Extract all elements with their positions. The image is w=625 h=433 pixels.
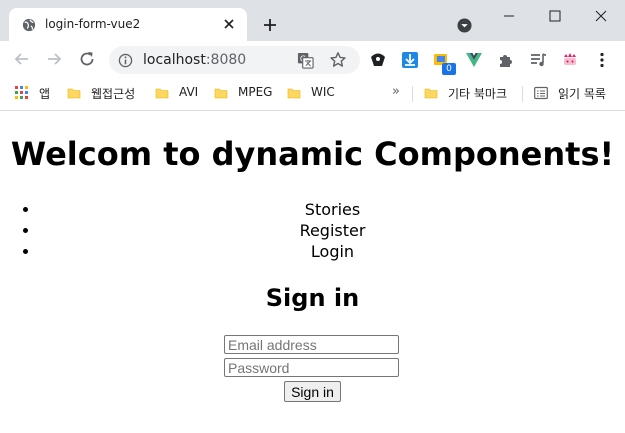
nav-item-login[interactable]: Login (40, 241, 625, 262)
nav-item-register[interactable]: Register (40, 220, 625, 241)
bookmark-apps[interactable]: 앱 (15, 85, 65, 103)
bookmark-folder-2[interactable]: AVI (155, 85, 205, 103)
reading-list-icon (534, 86, 548, 100)
bookmark-label: 기타 북마크 (448, 87, 508, 101)
bookmark-folder-1[interactable]: 웹접근성 (67, 85, 147, 103)
folder-icon (155, 88, 169, 99)
bookmark-other[interactable]: 기타 북마크 (424, 85, 514, 103)
minimize-icon[interactable] (486, 5, 532, 27)
bookmark-label: WIC (311, 85, 335, 99)
bookmark-label: 웹접근성 (91, 87, 136, 101)
globe-icon (22, 18, 36, 32)
forward-arrow-icon[interactable] (45, 50, 63, 68)
address-bar[interactable]: localhost:8080 G (109, 46, 360, 74)
star-icon[interactable] (329, 51, 347, 69)
url-host: localhost (143, 52, 206, 68)
signin-button[interactable]: Sign in (284, 381, 341, 402)
back-arrow-icon[interactable] (13, 50, 31, 68)
info-icon[interactable] (118, 53, 133, 68)
bookmark-divider (522, 86, 523, 102)
url-text[interactable]: localhost:8080 (143, 52, 246, 68)
nav-list: Stories Register Login (0, 199, 625, 262)
new-tab-icon[interactable] (262, 17, 278, 33)
more-bookmarks-button[interactable]: » (392, 84, 400, 99)
more-menu-icon[interactable] (593, 51, 611, 69)
tab-search-icon[interactable] (457, 18, 472, 33)
extension-dark-icon[interactable] (369, 51, 387, 69)
maximize-icon[interactable] (532, 5, 578, 27)
email-field[interactable] (224, 335, 399, 354)
reload-icon[interactable] (78, 50, 96, 68)
browser-toolbar: localhost:8080 G 0 (0, 41, 625, 78)
bookmarks-bar: 앱 웹접근성 AVI MPEG WIC » 기타 북마크 읽기 목록 (0, 78, 625, 111)
media-control-icon[interactable] (529, 51, 547, 69)
page-viewport: Welcom to dynamic Components! Stories Re… (0, 111, 625, 433)
puzzle-extensions-icon[interactable] (497, 51, 515, 69)
apps-grid-icon (15, 86, 28, 99)
tab-title: login-form-vue2 (45, 17, 141, 31)
bookmark-label: 읽기 목록 (558, 87, 606, 101)
folder-icon (287, 88, 301, 99)
page-heading: Welcom to dynamic Components! (10, 135, 615, 173)
bookmark-folder-4[interactable]: WIC (287, 85, 339, 103)
translate-icon[interactable]: G (297, 52, 314, 69)
download-extension-icon[interactable] (401, 51, 419, 69)
profile-avatar-icon[interactable] (561, 51, 579, 69)
tab-strip: login-form-vue2 (0, 0, 625, 41)
bookmark-label: AVI (179, 85, 199, 99)
url-port: :8080 (205, 52, 247, 68)
bookmark-folder-3[interactable]: MPEG (214, 85, 276, 103)
browser-tab[interactable]: login-form-vue2 (9, 8, 247, 41)
bookmark-label: MPEG (238, 85, 273, 99)
window-close-icon[interactable] (578, 5, 624, 27)
nav-item-stories[interactable]: Stories (40, 199, 625, 220)
folder-icon (67, 88, 81, 99)
close-icon[interactable] (221, 16, 237, 32)
reading-list[interactable]: 읽기 목록 (534, 85, 622, 103)
folder-icon (424, 88, 438, 99)
folder-icon (214, 88, 228, 99)
vue-devtools-icon[interactable] (465, 51, 483, 69)
bookmark-divider (412, 86, 413, 102)
bookmark-label: 앱 (39, 87, 51, 101)
extension-badge: 0 (442, 63, 456, 75)
signin-title: Sign in (265, 284, 360, 312)
password-field[interactable] (224, 358, 399, 377)
